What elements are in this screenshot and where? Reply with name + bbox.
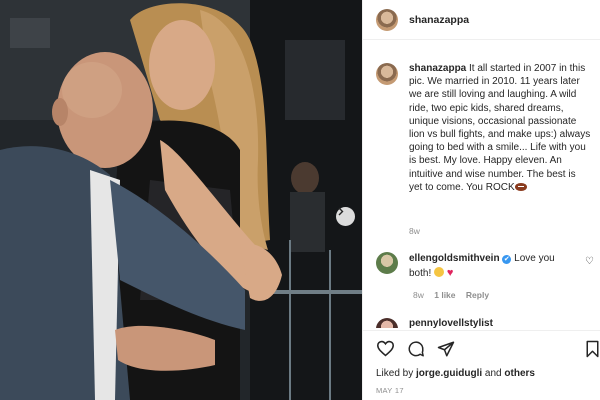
share-icon[interactable] — [437, 340, 455, 358]
verified-badge-icon: ✔ — [502, 255, 512, 264]
comment-like-heart-icon[interactable]: ♡ — [585, 256, 594, 267]
couple-photo-illustration — [0, 0, 362, 400]
comment-item: ellengoldsmithvein ✔ Love you both! ♥ — [376, 252, 600, 281]
author-avatar[interactable] — [376, 8, 398, 31]
comment-icon[interactable] — [407, 340, 425, 358]
caption-timestamp[interactable]: 8w — [409, 226, 420, 236]
heart-icon[interactable] — [376, 340, 395, 357]
bookmark-icon[interactable] — [585, 340, 600, 358]
post-photo — [0, 0, 362, 400]
caption-text: It all started in 2007 in this pic. We m… — [409, 63, 591, 193]
red-heart-emoji-icon: ♥ — [446, 267, 454, 279]
comment-timestamp[interactable]: 8w — [413, 290, 424, 300]
liked-by: Liked by jorge.guidugli and others — [376, 368, 535, 379]
commenter-avatar[interactable] — [376, 252, 398, 274]
chevron-right-icon — [338, 207, 344, 216]
caption-author-avatar[interactable] — [376, 63, 398, 85]
post-side-panel: shanazappa shanazappa It all started in … — [362, 0, 600, 400]
liked-by-others[interactable]: others — [504, 368, 535, 379]
liked-by-and: and — [484, 368, 502, 379]
football-emoji-icon — [514, 182, 527, 191]
caption: shanazappa It all started in 2007 in thi… — [376, 62, 592, 194]
liked-by-user[interactable]: jorge.guidugli — [416, 368, 482, 379]
post-actions: Liked by jorge.guidugli and others MAY 1… — [363, 330, 600, 400]
next-photo-button[interactable] — [336, 207, 355, 226]
comment-item: pennylovellstylist — [376, 318, 600, 328]
post-date[interactable]: MAY 17 — [376, 386, 404, 395]
liked-by-prefix: Liked by — [376, 368, 414, 379]
comment-reply-button[interactable]: Reply — [466, 290, 489, 300]
comment-meta: 8w 1 like Reply — [413, 290, 489, 300]
author-username[interactable]: shanazappa — [409, 14, 469, 26]
caption-text-block: shanazappa It all started in 2007 in thi… — [409, 62, 591, 194]
comment-likes[interactable]: 1 like — [434, 290, 455, 300]
commenter-avatar[interactable] — [376, 318, 398, 328]
comment-body: ellengoldsmithvein ✔ Love you both! ♥ — [409, 252, 579, 281]
heart-eyes-emoji-icon — [434, 267, 445, 277]
comment-username[interactable]: ellengoldsmithvein — [409, 253, 500, 264]
comment-username[interactable]: pennylovellstylist — [409, 318, 493, 328]
caption-username[interactable]: shanazappa — [409, 63, 466, 74]
post-header: shanazappa — [363, 0, 600, 40]
